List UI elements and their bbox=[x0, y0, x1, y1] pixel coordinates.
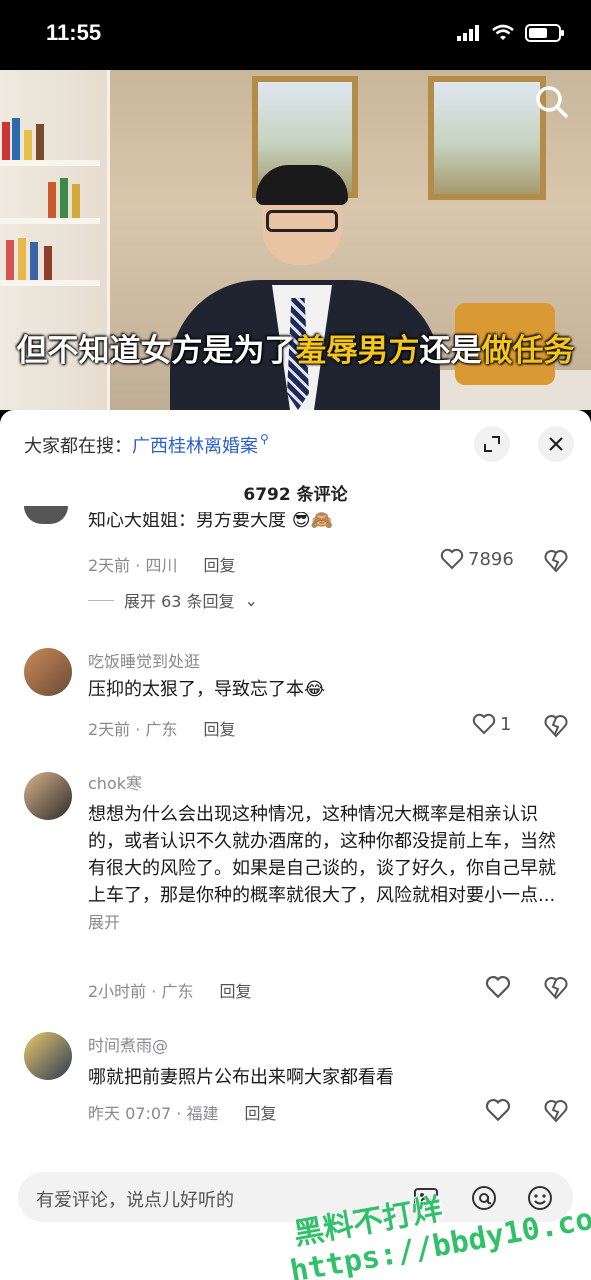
comment-text: 哪就把前妻照片公布出来啊大家都看看 bbox=[88, 1067, 394, 1088]
dislike-icon[interactable] bbox=[543, 1098, 569, 1124]
comment-meta: 2天前 · 广东 回复 bbox=[88, 716, 235, 740]
painting-right bbox=[428, 76, 546, 200]
comment-text-content: 压抑的太狠了，导致忘了本 bbox=[88, 679, 304, 700]
close-button[interactable] bbox=[538, 426, 574, 462]
emoji-icon: 😎🙈 bbox=[291, 512, 333, 531]
expand-replies-button[interactable]: 展开 63 条回复 ⌄ bbox=[88, 588, 258, 612]
video-player[interactable]: 但不知道女方是为了羞辱男方还是做任务 bbox=[0, 70, 591, 410]
comment-text-content: 想想为什么会出现这种情况，这种情况大概率是相亲认识的，或者认识不久就办酒席的，这… bbox=[88, 804, 556, 906]
like-count: 7896 bbox=[468, 548, 514, 570]
mini-search-icon: ⚲ bbox=[260, 432, 269, 446]
close-icon bbox=[549, 437, 563, 451]
trending-search-keyword[interactable]: 广西桂林离婚案 bbox=[132, 432, 258, 458]
expand-replies-label: 展开 63 条回复 bbox=[124, 592, 235, 611]
chevron-down-icon: ⌄ bbox=[244, 590, 258, 610]
divider bbox=[88, 599, 114, 601]
avatar[interactable] bbox=[24, 648, 72, 696]
reply-button[interactable]: 回复 bbox=[203, 556, 235, 575]
comment-text: 压抑的太狠了，导致忘了本😂 bbox=[88, 676, 558, 703]
reply-button[interactable]: 回复 bbox=[219, 982, 251, 1001]
signal-icon bbox=[457, 25, 479, 41]
comment-meta: 2天前 · 四川 回复 bbox=[88, 552, 235, 576]
comment-meta: 2小时前 · 广东 回复 bbox=[88, 978, 251, 1002]
username[interactable]: chok寒 bbox=[88, 770, 142, 794]
avatar[interactable] bbox=[24, 772, 72, 820]
trending-search-prefix: 大家都在搜： bbox=[24, 436, 132, 457]
username[interactable]: 时间煮雨@ bbox=[88, 1032, 168, 1056]
like-count: 1 bbox=[500, 713, 512, 735]
status-time: 11:55 bbox=[46, 20, 102, 45]
comment-meta: 昨天 07:07 · 福建 回复 bbox=[88, 1100, 276, 1124]
comment-sheet: 大家都在搜： 广西桂林离婚案 ⚲ 6792 条评论 知心大姐姐：男方要大度 😎🙈… bbox=[0, 410, 591, 1280]
battery-icon bbox=[525, 24, 564, 42]
video-subtitle: 但不知道女方是为了羞辱男方还是做任务 bbox=[0, 325, 591, 370]
comment-text: 想想为什么会出现这种情况，这种情况大概率是相亲认识的，或者认识不久就办酒席的，这… bbox=[88, 801, 558, 936]
subtitle-highlight-1: 羞辱男方 bbox=[295, 333, 420, 369]
comment-text-content: 知心大姐姐：男方要大度 bbox=[88, 512, 286, 531]
subtitle-mid: 还是 bbox=[419, 333, 482, 369]
comment-time-location: 2天前 · 广东 bbox=[88, 720, 178, 739]
comment-text: 知心大姐姐：男方要大度 😎🙈 bbox=[88, 512, 333, 534]
expand-button[interactable] bbox=[474, 426, 510, 462]
expand-icon bbox=[484, 436, 500, 452]
heart-icon[interactable] bbox=[485, 1098, 511, 1122]
like-button[interactable]: 7896 bbox=[440, 548, 514, 570]
comment-time-location: 2天前 · 四川 bbox=[88, 556, 178, 575]
heart-icon[interactable] bbox=[485, 975, 511, 999]
dislike-icon[interactable] bbox=[543, 548, 569, 574]
heart-icon bbox=[440, 548, 464, 570]
username[interactable]: 吃饭睡觉到处逛 bbox=[88, 648, 200, 672]
search-button[interactable] bbox=[532, 82, 572, 122]
wifi-icon bbox=[492, 24, 514, 40]
trending-search[interactable]: 大家都在搜： 广西桂林离婚案 ⚲ bbox=[24, 432, 269, 458]
subtitle-highlight-2: 做任务 bbox=[481, 333, 575, 369]
comment-time-location: 2小时前 · 广东 bbox=[88, 982, 194, 1001]
comment-time-location: 昨天 07:07 · 福建 bbox=[88, 1104, 219, 1123]
presenter-hair bbox=[256, 165, 348, 205]
presenter-glasses bbox=[266, 210, 338, 232]
heart-icon bbox=[472, 713, 496, 735]
search-icon bbox=[536, 86, 568, 118]
comment-count: 6792 条评论 bbox=[243, 485, 348, 505]
reply-button[interactable]: 回复 bbox=[244, 1104, 276, 1123]
status-icons bbox=[457, 24, 564, 42]
like-button[interactable]: 1 bbox=[472, 713, 511, 735]
dislike-icon[interactable] bbox=[543, 975, 569, 1001]
reply-button[interactable]: 回复 bbox=[203, 720, 235, 739]
expand-text-button[interactable]: 展开 bbox=[88, 913, 120, 932]
avatar[interactable] bbox=[24, 506, 68, 524]
dislike-icon[interactable] bbox=[543, 713, 569, 739]
status-bar: 11:55 bbox=[0, 0, 591, 70]
subtitle-pre: 但不知道女方是为了 bbox=[16, 333, 296, 369]
avatar[interactable] bbox=[24, 1032, 72, 1080]
comment-input-placeholder: 有爱评论，说点儿好听的 bbox=[36, 1190, 234, 1211]
emoji-icon: 😂 bbox=[304, 679, 326, 700]
